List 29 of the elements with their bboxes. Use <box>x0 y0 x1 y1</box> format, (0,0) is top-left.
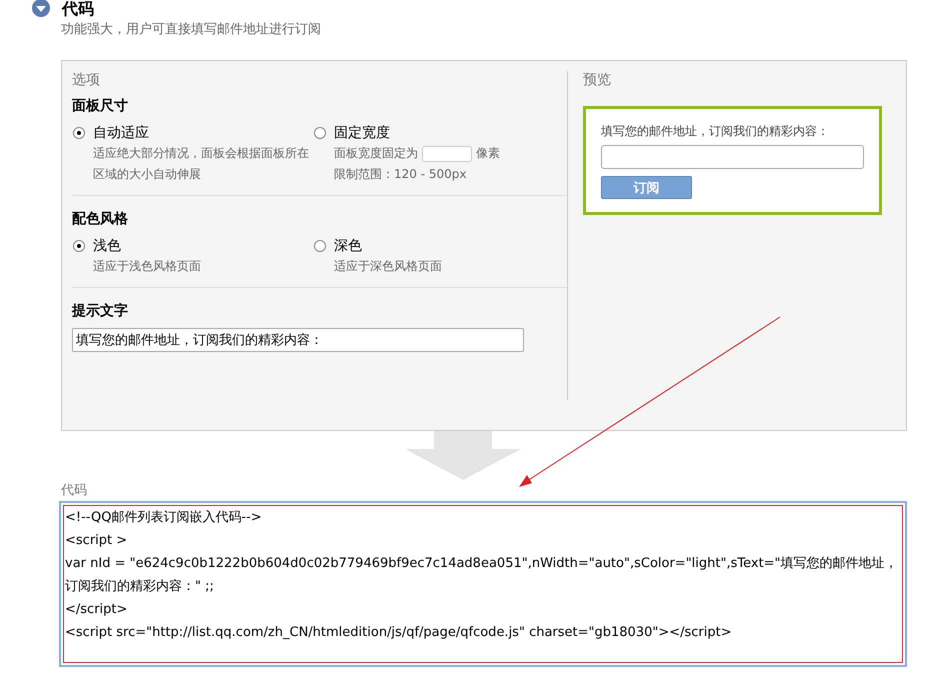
option-note: 面板宽度固定为 <box>334 145 418 162</box>
option-note: 适应于深色风格页面 <box>334 258 443 275</box>
option-note: 适应绝大部分情况，面板会根据面板所在区域的大小自动伸展 <box>93 145 310 183</box>
option-label: 自动适应 <box>93 124 150 143</box>
section-subtitle: 功能强大，用户可直接填写邮件地址进行订阅 <box>61 21 321 38</box>
code-field[interactable]: <!--QQ邮件列表订阅嵌入代码--> <script > var nId = "e624c9c0b1222b0b604d0c02b779469bf9ec7c14ad8ea051",nWidth="auto",sColor="light",sText="填写您的邮件地址，订阅我们的精彩内容：" ;; </script> <script src="http://list.qq.com/zh_CN/htmledition/js/qf/page/qfcode.js" charset="gb18030"></script> <box>63 505 903 663</box>
radio-checked[interactable] <box>73 127 85 139</box>
group-heading: 面板尺寸 <box>72 97 129 116</box>
unit-label: 像素 <box>476 145 500 162</box>
option-note: 适应于浅色风格页面 <box>93 258 202 275</box>
group-heading: 配色风格 <box>72 210 129 229</box>
option-label: 固定宽度 <box>334 124 391 143</box>
collapse-icon[interactable] <box>31 0 51 18</box>
option-label: 浅色 <box>93 237 122 256</box>
group-heading: 提示文字 <box>72 302 129 321</box>
section-title: 代码 <box>62 0 94 17</box>
range-note: 限制范围：120 - 500px <box>334 166 468 183</box>
width-field[interactable] <box>422 146 472 162</box>
preview-prompt: 填写您的邮件地址，订阅我们的精彩内容： <box>601 123 830 140</box>
radio-checked[interactable] <box>73 240 85 252</box>
panel-title: 选项 <box>72 71 101 90</box>
preview-title: 预览 <box>583 71 612 90</box>
down-arrow-icon <box>405 431 521 480</box>
code-label: 代码 <box>61 482 87 499</box>
option-label: 深色 <box>334 237 363 256</box>
radio-button[interactable] <box>314 127 326 139</box>
hint-field[interactable]: 填写您的邮件地址，订阅我们的精彩内容： <box>72 328 524 352</box>
email-field[interactable] <box>601 145 864 169</box>
radio-button[interactable] <box>314 240 326 252</box>
